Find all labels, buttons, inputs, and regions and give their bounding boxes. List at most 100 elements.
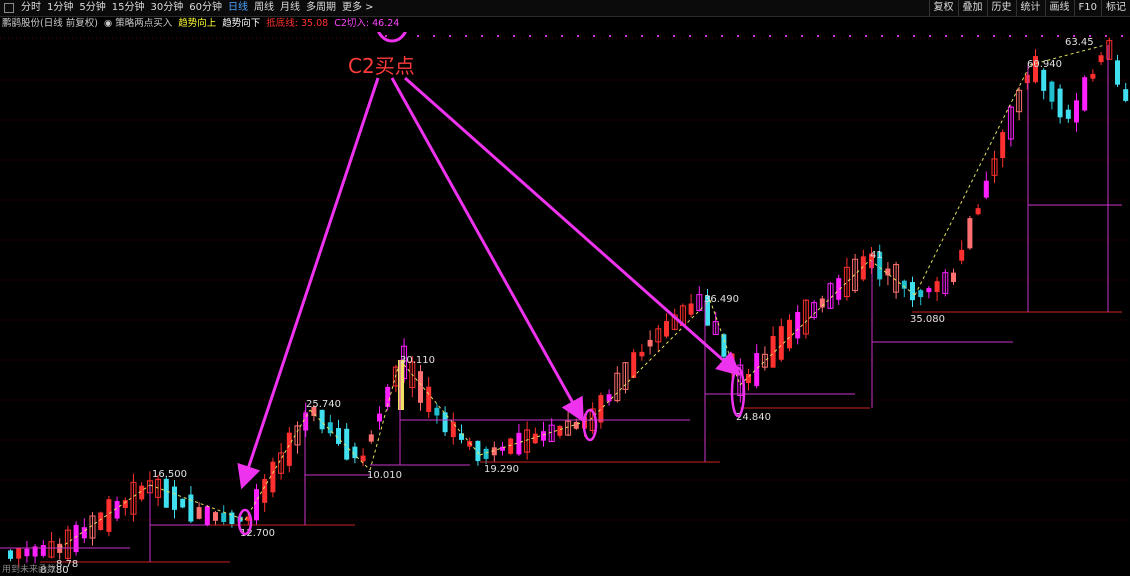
signal-dot [881,35,883,37]
period-tab[interactable]: 更多 > [339,1,377,15]
candle-body [631,352,637,378]
period-tab[interactable]: 60分钟 [186,1,225,15]
signal-dot [625,35,627,37]
c2-header-circle [377,32,407,43]
signal-dot [785,35,787,37]
price-label: 63.45 [1065,37,1094,48]
period-tab[interactable]: 30分钟 [147,1,186,15]
candle-body [270,461,276,493]
candle-body [286,432,292,466]
candle-body [467,441,473,447]
price-label: 36.490 [704,294,739,305]
candle-body [368,434,374,442]
price-label: 60.940 [1027,59,1062,70]
trend-line [369,359,401,471]
candle-body [98,512,104,531]
period-tab[interactable]: 多周期 [303,1,339,15]
period-tab[interactable]: 日线 [225,1,251,15]
candle-body [221,512,227,522]
signal-dot [465,35,467,37]
signal-dot [657,35,659,37]
signal-dot [1041,35,1043,37]
indicator-name[interactable]: ◉ 策略两点买入 [104,17,172,31]
signal-dot [593,35,595,37]
period-tab[interactable]: 周线 [251,1,277,15]
candle-body [1082,77,1088,111]
signal-dot [865,35,867,37]
candle-body [24,548,30,557]
candle-body [1098,55,1104,63]
signal-dot [1057,35,1059,37]
candle-body [336,428,341,444]
signal-dot [977,35,979,37]
candle-body [377,413,382,422]
candlestick-chart[interactable]: 8.7808.7816.50012.70025.74010.01030.1101… [0,32,1130,576]
candle-body [418,371,423,403]
toolbar: 分时 1分钟 5分钟 15分钟 30分钟 60分钟 日线 周线 月线 多周期 更多 > 复权 叠加 历史… [0,0,1130,17]
candle-body [983,180,989,198]
toolbar-button[interactable]: 统计 [1015,0,1045,16]
layout-icon[interactable] [4,3,14,13]
candle-body [475,440,481,462]
candle-body [81,527,87,539]
candle-body [426,386,432,412]
candle-body [598,395,604,423]
signal-dot [689,35,691,37]
signal-dot [1105,35,1107,37]
candle-body [122,500,128,509]
toolbar-button[interactable]: 标记 [1101,0,1130,16]
signal-dot [737,35,739,37]
candle-body [664,321,669,337]
signal-dot [1121,35,1123,37]
signal-dot [993,35,995,37]
candle-body [434,407,440,416]
candle-body [1074,100,1079,123]
period-tab[interactable]: 分时 [18,1,44,15]
price-label: 25.740 [306,399,341,410]
period-tab[interactable]: 5分钟 [76,1,108,15]
candle-body [606,394,612,402]
candle-body [1024,74,1030,84]
candle-body [787,319,792,349]
signal-dot [913,35,915,37]
signal-dot [833,35,835,37]
signal-dot [385,35,387,37]
signal-dot [721,35,723,37]
toolbar-button[interactable]: 画线 [1044,0,1074,16]
candle-body [163,478,169,508]
candle-body [639,351,645,357]
signal-dot [897,35,899,37]
toolbar-button[interactable]: F10 [1073,0,1101,16]
candle-body [688,303,694,315]
candle-body [450,421,456,438]
signal-dot [609,35,611,37]
period-tab[interactable]: 15分钟 [109,1,148,15]
candle-body [188,494,194,522]
candle-body [360,455,366,462]
candle-body [975,208,981,215]
price-label: 16.500 [152,469,187,480]
candle-body [319,409,325,430]
signal-dot [433,35,435,37]
c2-buy-point-label: C2买点 [348,54,415,78]
candle-body [1090,73,1096,79]
toolbar-button[interactable]: 叠加 [957,0,987,16]
support-line-label: 抵底线: 35.08 [266,18,329,29]
c2-arrow [404,76,741,376]
candle-body [754,353,760,387]
trend-line [869,259,916,296]
toolbar-button[interactable]: 复权 [928,0,958,16]
price-label: 35.080 [910,314,945,325]
price-label: 30.110 [400,355,435,366]
candle-body-highlight [398,360,404,410]
toolbar-button[interactable]: 历史 [986,0,1016,16]
period-tab[interactable]: 1分钟 [44,1,76,15]
price-label: 8.78 [56,559,78,570]
signal-dot [561,35,563,37]
candle-body [8,550,13,559]
indicator-infobar: 鹏鹞股份(日线 前复权) ◉ 策略两点买入 趋势向上 趋势向下 抵底线: 35.… [0,17,399,31]
period-tab[interactable]: 月线 [277,1,303,15]
candle-body [934,281,940,293]
signal-dot [449,35,451,37]
candle-body [213,512,218,521]
